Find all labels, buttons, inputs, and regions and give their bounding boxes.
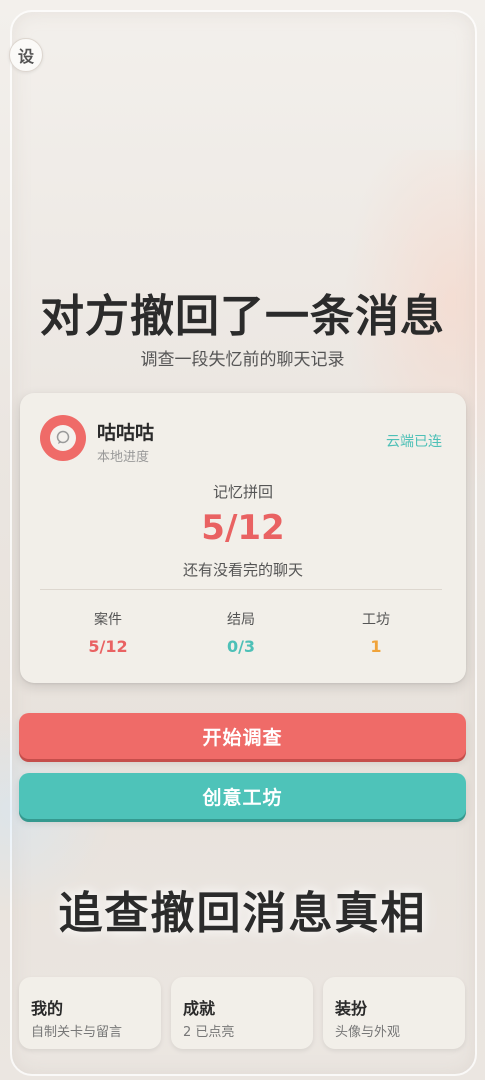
settings-button[interactable]: 设: [9, 38, 43, 72]
progress-hint: 还有没看完的聊天: [182, 561, 303, 579]
avatar[interactable]: [40, 415, 86, 461]
stat-endings: 结局 0/3: [181, 609, 301, 656]
stat-value: 5/12: [88, 637, 128, 656]
stat-cases: 案件 5/12: [48, 609, 168, 656]
stat-label: 结局: [227, 612, 255, 628]
stat-label: 工坊: [362, 612, 390, 628]
page-title: 对方撤回了一条消息: [40, 291, 445, 342]
tile-dress-up[interactable]: 装扮 头像与外观: [323, 977, 465, 1049]
progress-label: 记忆拼回: [212, 483, 273, 501]
page-subtitle: 调查一段失忆前的聊天记录: [140, 350, 345, 370]
tile-title: 装扮: [335, 999, 368, 1018]
speech-bubble-icon: [50, 425, 76, 451]
tile-mine[interactable]: 我的 自制关卡与留言: [19, 977, 161, 1049]
stat-workshop: 工坊 1: [316, 609, 436, 656]
tile-achievements[interactable]: 成就 2 已点亮: [171, 977, 313, 1049]
user-name: 咕咕咕: [97, 422, 155, 444]
tile-title: 我的: [31, 999, 64, 1018]
stat-value: 1: [370, 637, 382, 656]
cloud-status: 云端已连: [386, 434, 442, 450]
slogan: 追查撤回消息真相: [58, 888, 427, 939]
start-investigation-button[interactable]: 开始调查: [19, 713, 466, 759]
creative-workshop-button[interactable]: 创意工坊: [19, 773, 466, 819]
stat-label: 案件: [94, 612, 122, 628]
user-progress-source: 本地进度: [97, 450, 150, 465]
tile-title: 成就: [183, 999, 216, 1018]
progress-card: 咕咕咕 本地进度 云端已连 记忆拼回 5/12 还有没看完的聊天 案件 5/12…: [20, 393, 466, 683]
tile-subtitle: 2 已点亮: [183, 1025, 235, 1040]
progress-value: 5/12: [201, 508, 285, 548]
stat-value: 0/3: [226, 637, 256, 656]
divider: [40, 589, 442, 590]
settings-label: 设: [17, 47, 34, 66]
tile-subtitle: 头像与外观: [335, 1025, 401, 1040]
tile-subtitle: 自制关卡与留言: [31, 1025, 123, 1040]
